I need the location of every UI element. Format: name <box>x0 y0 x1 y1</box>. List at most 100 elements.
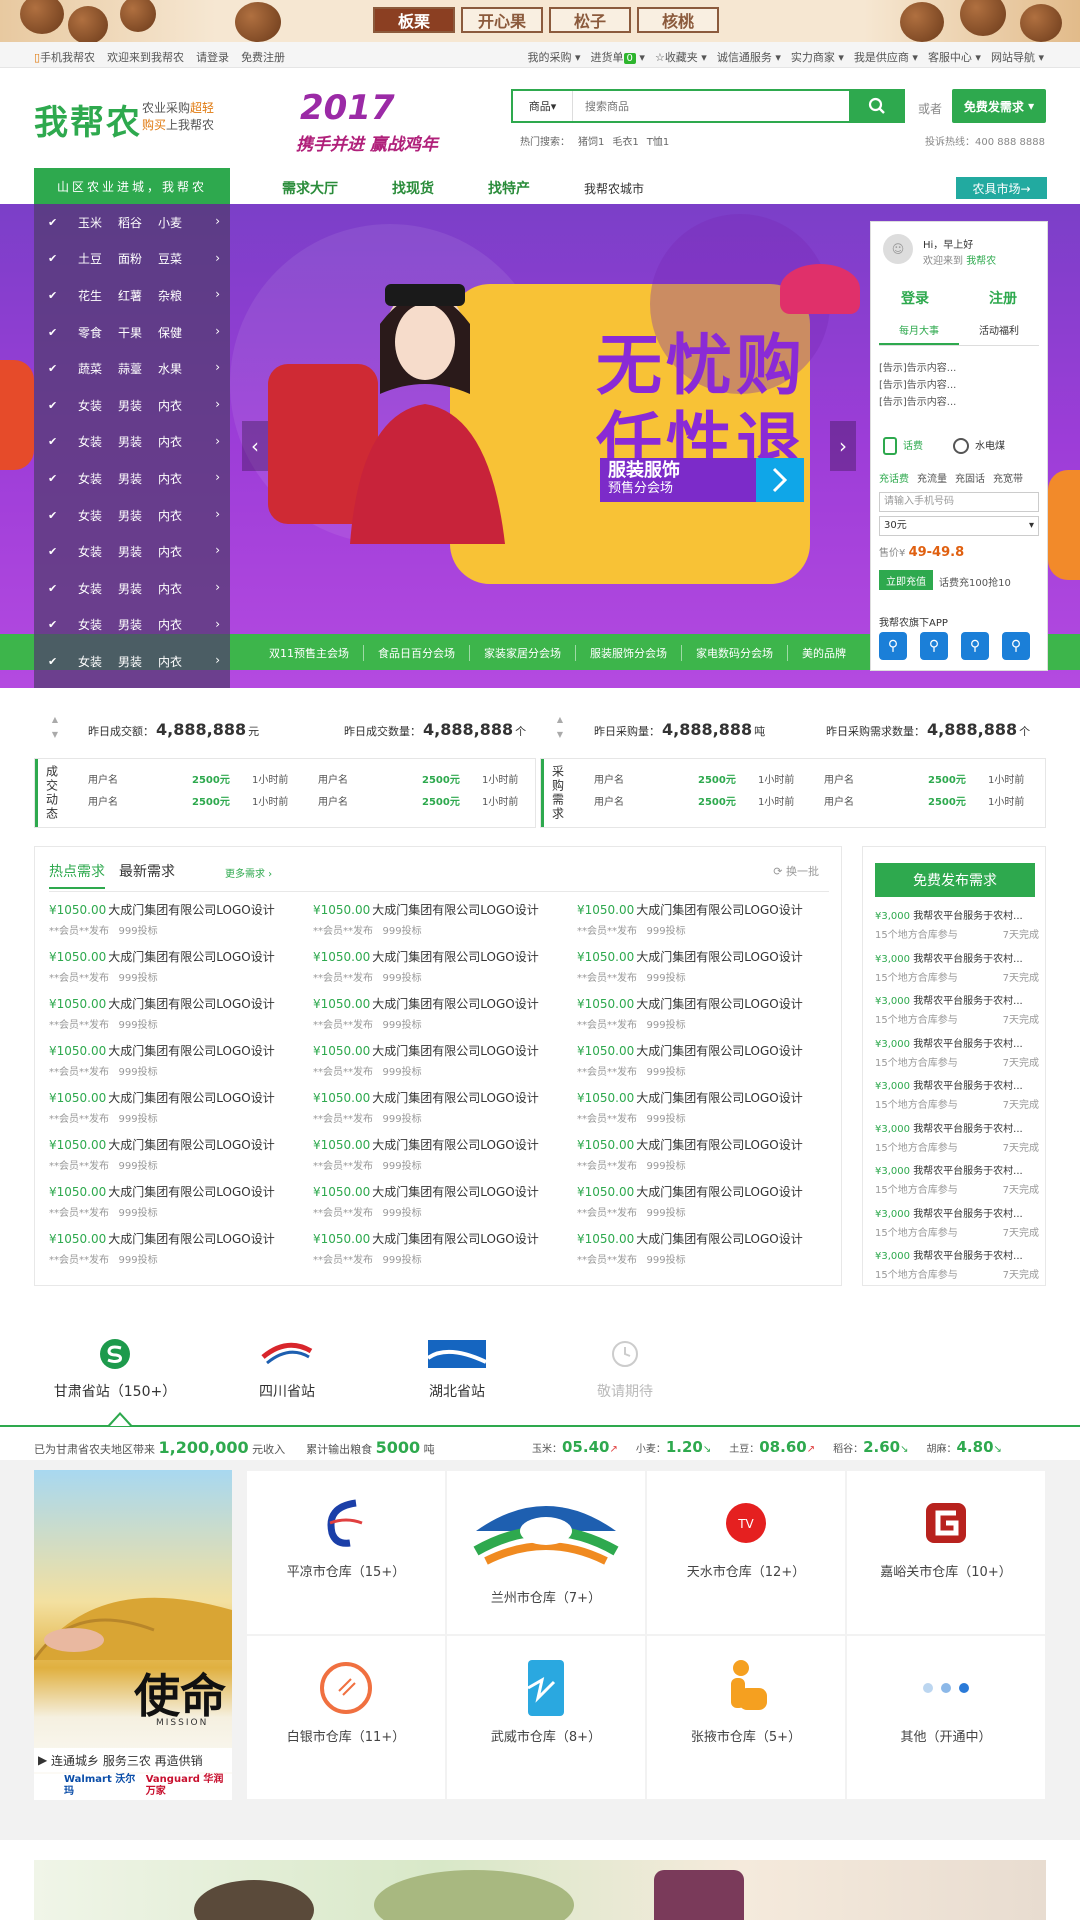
nav-find-stock[interactable]: 找现货 <box>392 178 434 198</box>
category-row[interactable]: ✔ 玉米 稻谷 小麦 › <box>34 204 230 241</box>
free-demand-item[interactable]: ¥3,000 我帮农平台服务于农村... 15个地方合库参与 7天完成 <box>875 1035 1039 1069</box>
recharge-button[interactable]: 立即充值 <box>879 570 933 590</box>
warehouse-card[interactable]: 平凉市仓库（15+） <box>247 1471 445 1634</box>
demand-item[interactable]: ¥1050.00 大成门集团有限公司LOGO设计 **会员**发布 999投标 <box>577 901 837 937</box>
category-link[interactable]: 干果 <box>118 324 158 341</box>
category-row[interactable]: ✔ 女装 男装 内衣 › <box>34 607 230 644</box>
app-icon[interactable]: ⚲ <box>1002 632 1030 660</box>
tab-recharge-landline[interactable]: 充固话 <box>955 470 985 485</box>
category-link[interactable]: 红薯 <box>118 287 158 304</box>
demand-item[interactable]: ¥1050.00 大成门集团有限公司LOGO设计 **会员**发布 999投标 <box>577 1089 837 1125</box>
category-link[interactable]: 男装 <box>118 616 158 633</box>
category-link[interactable]: 内衣 <box>158 653 198 670</box>
free-demand-item[interactable]: ¥3,000 我帮农平台服务于农村... 15个地方合库参与 7天完成 <box>875 1120 1039 1154</box>
tab-latest-demand[interactable]: 最新需求 <box>119 861 175 889</box>
category-link[interactable]: 面粉 <box>118 250 158 267</box>
tab-hot-demand[interactable]: 热点需求 <box>49 861 105 889</box>
demand-item[interactable]: ¥1050.00 大成门集团有限公司LOGO设计 **会员**发布 999投标 <box>49 995 309 1031</box>
demand-item[interactable]: ¥1050.00 大成门集团有限公司LOGO设计 **会员**发布 999投标 <box>313 1230 573 1266</box>
category-row[interactable]: ✔ 花生 红薯 杂粮 › <box>34 277 230 314</box>
notice-item[interactable]: [告示]告示内容... <box>879 377 956 394</box>
category-link[interactable]: 女装 <box>78 397 118 414</box>
category-link[interactable]: 女装 <box>78 470 118 487</box>
warehouse-card[interactable]: TV 天水市仓库（12+） <box>647 1471 845 1634</box>
venue-link[interactable]: 美的品牌 <box>788 645 860 661</box>
site-logo[interactable]: 我帮农 <box>34 95 142 144</box>
register-button[interactable]: 注册 <box>989 288 1017 308</box>
demand-item[interactable]: ¥1050.00 大成门集团有限公司LOGO设计 **会员**发布 999投标 <box>49 1042 309 1078</box>
demand-item[interactable]: ¥1050.00 大成门集团有限公司LOGO设计 **会员**发布 999投标 <box>49 901 309 937</box>
app-icon[interactable]: ⚲ <box>879 632 907 660</box>
demand-item[interactable]: ¥1050.00 大成门集团有限公司LOGO设计 **会员**发布 999投标 <box>313 1042 573 1078</box>
category-link[interactable]: 花生 <box>78 287 118 304</box>
mission-banner[interactable]: 使命 MISSION ▶ 连通城乡 服务三农 再造供销 Walmart 沃尔玛 V… <box>34 1470 232 1800</box>
demand-item[interactable]: ¥1050.00 大成门集团有限公司LOGO设计 **会员**发布 999投标 <box>313 948 573 984</box>
venue-link[interactable]: 家装家居分会场 <box>470 645 576 661</box>
free-demand-item[interactable]: ¥3,000 我帮农平台服务于农村... 15个地方合库参与 7天完成 <box>875 1205 1039 1239</box>
category-link[interactable]: 玉米 <box>78 214 118 231</box>
category-row[interactable]: ✔ 女装 男装 内衣 › <box>34 387 230 424</box>
warehouse-card[interactable]: 嘉峪关市仓库（10+） <box>847 1471 1045 1634</box>
warehouse-card[interactable]: 武威市仓库（8+） <box>447 1636 645 1799</box>
free-demand-item[interactable]: ¥3,000 我帮农平台服务于农村... 15个地方合库参与 7天完成 <box>875 1077 1039 1111</box>
nav-city[interactable]: 我帮农城市 <box>584 180 644 198</box>
tab-activity-benefits[interactable]: 活动福利 <box>959 322 1039 345</box>
service-center-menu[interactable]: 客服中心 ▾ <box>928 49 981 65</box>
refresh-button[interactable]: ⟳ 换一批 <box>773 863 819 879</box>
category-link[interactable]: 小麦 <box>158 214 198 231</box>
category-row[interactable]: ✔ 土豆 面粉 豆菜 › <box>34 241 230 278</box>
category-row[interactable]: ✔ 女装 男装 内衣 › <box>34 533 230 570</box>
publish-demand-button[interactable]: 免费发需求 ▾ <box>952 89 1046 123</box>
category-link[interactable]: 男装 <box>118 470 158 487</box>
category-link[interactable]: 男装 <box>118 580 158 597</box>
demand-item[interactable]: ¥1050.00 大成门集团有限公司LOGO设计 **会员**发布 999投标 <box>313 1089 573 1125</box>
promo-tab[interactable]: 板栗 <box>373 7 455 33</box>
demand-item[interactable]: ¥1050.00 大成门集团有限公司LOGO设计 **会员**发布 999投标 <box>49 1136 309 1172</box>
venue-link[interactable]: 服装服饰分会场 <box>576 645 682 661</box>
chevron-right-icon[interactable] <box>756 458 804 502</box>
amount-select[interactable]: 30元 ▾ <box>879 516 1039 536</box>
demand-item[interactable]: ¥1050.00 大成门集团有限公司LOGO设计 **会员**发布 999投标 <box>313 901 573 937</box>
nav-demand-hall[interactable]: 需求大厅 <box>282 178 338 198</box>
phone-bill-service[interactable]: 话费 <box>883 437 923 455</box>
category-row[interactable]: ✔ 女装 男装 内衣 › <box>34 643 230 680</box>
category-link[interactable]: 女装 <box>78 507 118 524</box>
bottom-banner[interactable] <box>34 1860 1046 1920</box>
tab-monthly-events[interactable]: 每月大事 <box>879 322 959 345</box>
warehouse-card[interactable]: 白银市仓库（11+） <box>247 1636 445 1799</box>
phone-number-input[interactable]: 请输入手机号码 <box>879 492 1039 512</box>
demand-item[interactable]: ¥1050.00 大成门集团有限公司LOGO设计 **会员**发布 999投标 <box>577 948 837 984</box>
demand-item[interactable]: ¥1050.00 大成门集团有限公司LOGO设计 **会员**发布 999投标 <box>49 1183 309 1219</box>
free-publish-button[interactable]: 免费发布需求 <box>875 863 1035 897</box>
category-link[interactable]: 男装 <box>118 397 158 414</box>
category-link[interactable]: 保健 <box>158 324 198 341</box>
login-button[interactable]: 登录 <box>901 288 929 308</box>
category-row[interactable]: ✔ 零食 干果 保健 › <box>34 314 230 351</box>
tools-market-button[interactable]: 农具市场→ <box>956 177 1047 199</box>
search-category-select[interactable]: 商品 ▾ <box>513 91 573 121</box>
register-link[interactable]: 免费注册 <box>241 49 285 65</box>
category-row[interactable]: ✔ 女装 男装 内衣 › <box>34 570 230 607</box>
category-link[interactable]: 豆菜 <box>158 250 198 267</box>
demand-item[interactable]: ¥1050.00 大成门集团有限公司LOGO设计 **会员**发布 999投标 <box>49 1230 309 1266</box>
free-demand-item[interactable]: ¥3,000 我帮农平台服务于农村... 15个地方合库参与 7天完成 <box>875 1162 1039 1196</box>
demand-item[interactable]: ¥1050.00 大成门集团有限公司LOGO设计 **会员**发布 999投标 <box>577 1183 837 1219</box>
category-link[interactable]: 土豆 <box>78 250 118 267</box>
more-demand-link[interactable]: 更多需求 › <box>225 865 272 880</box>
demand-item[interactable]: ¥1050.00 大成门集团有限公司LOGO设计 **会员**发布 999投标 <box>577 1136 837 1172</box>
demand-item[interactable]: ¥1050.00 大成门集团有限公司LOGO设计 **会员**发布 999投标 <box>577 1042 837 1078</box>
category-link[interactable]: 男装 <box>118 543 158 560</box>
my-purchase-menu[interactable]: 我的采购 ▾ <box>528 49 581 65</box>
category-link[interactable]: 内衣 <box>158 397 198 414</box>
category-link[interactable]: 男装 <box>118 433 158 450</box>
warehouse-card[interactable]: 张掖市仓库（5+） <box>647 1636 845 1799</box>
app-icon[interactable]: ⚲ <box>961 632 989 660</box>
category-row[interactable]: ✔ 女装 男装 内衣 › <box>34 460 230 497</box>
warehouse-card[interactable]: 其他（开通中） <box>847 1636 1045 1799</box>
category-link[interactable]: 女装 <box>78 616 118 633</box>
category-row[interactable]: ✔ 蔬菜 蒜薹 水果 › <box>34 350 230 387</box>
notice-item[interactable]: [告示]告示内容... <box>879 360 956 377</box>
search-input[interactable] <box>573 91 849 121</box>
app-icon[interactable]: ⚲ <box>920 632 948 660</box>
warehouse-card[interactable]: 兰州市仓库（7+） <box>447 1471 645 1634</box>
